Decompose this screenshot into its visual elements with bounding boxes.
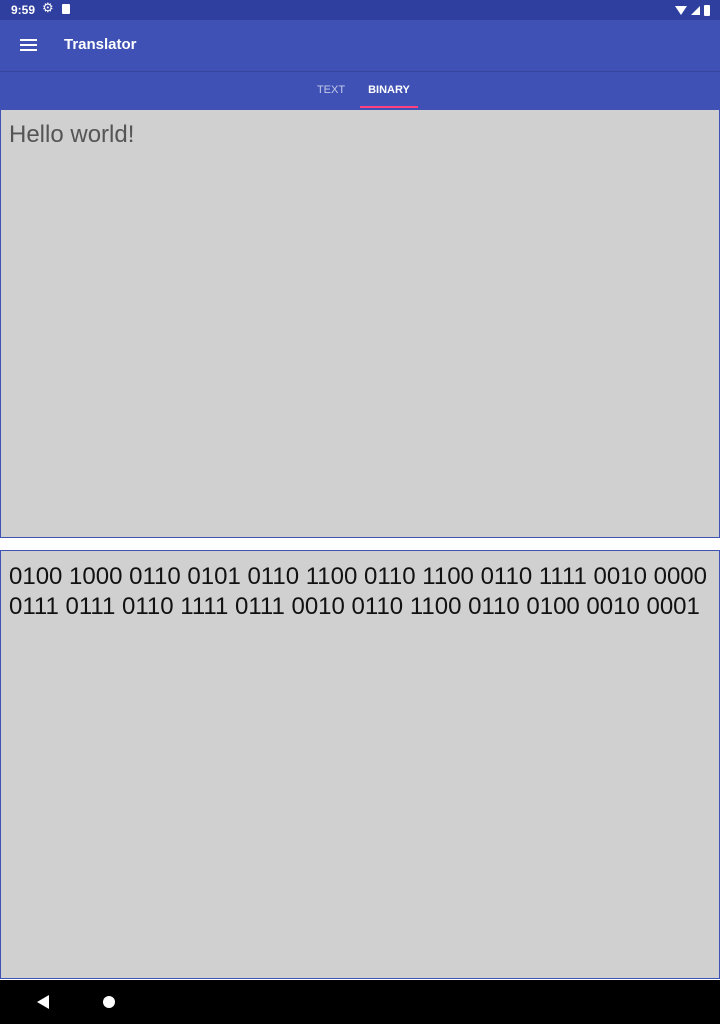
binary-output-text[interactable]: 0100 1000 0110 0101 0110 1100 0110 1100 … — [9, 562, 711, 622]
sd-card-icon — [62, 4, 70, 14]
battery-icon — [704, 4, 710, 16]
tab-binary[interactable]: BINARY — [360, 72, 418, 109]
text-input-field[interactable]: Hello world! — [9, 121, 134, 149]
status-time: 9:59 — [11, 3, 36, 17]
text-input-panel[interactable]: Hello world! — [0, 109, 720, 538]
settings-icon: ⚙ — [42, 0, 54, 15]
wifi-icon — [675, 5, 687, 15]
navigation-bar — [0, 980, 720, 1024]
back-icon[interactable] — [37, 995, 49, 1009]
signal-icon — [691, 5, 700, 15]
menu-icon[interactable] — [20, 39, 37, 51]
tab-indicator — [360, 106, 418, 108]
status-icons — [675, 3, 710, 17]
binary-output-panel[interactable]: 0100 1000 0110 0101 0110 1100 0110 1100 … — [0, 550, 720, 979]
app-title: Translator — [64, 36, 137, 53]
tab-bar: TEXT BINARY — [0, 71, 720, 109]
home-icon[interactable] — [103, 996, 115, 1008]
status-bar: 9:59 ⚙ — [0, 0, 720, 20]
tab-text[interactable]: TEXT — [304, 72, 358, 109]
app-bar: Translator — [0, 20, 720, 71]
